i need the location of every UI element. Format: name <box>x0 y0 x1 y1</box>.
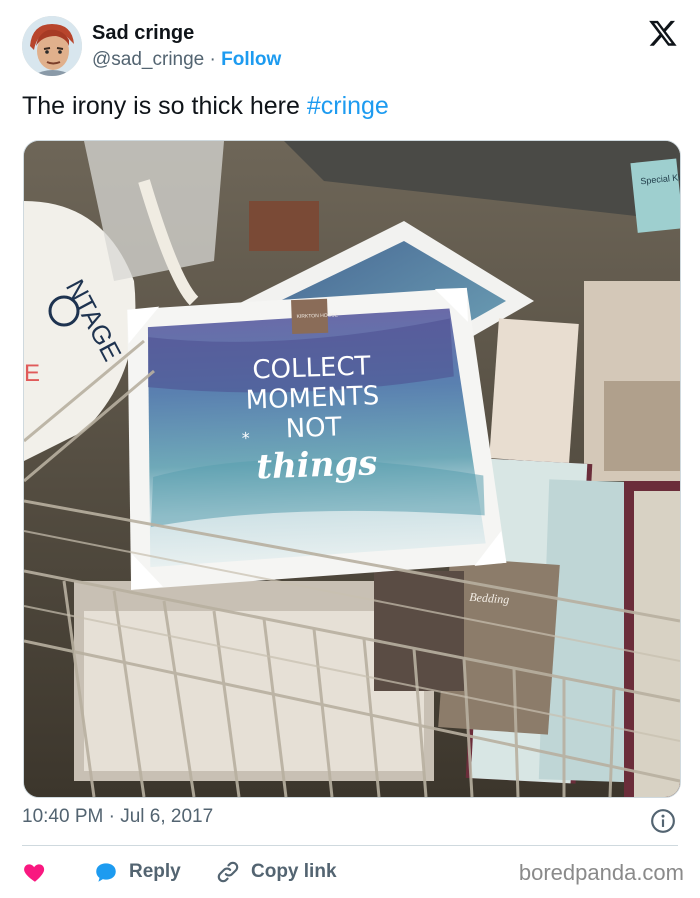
like-button[interactable] <box>22 857 58 887</box>
package-label: Bedding <box>469 590 510 607</box>
tweet-text: The irony is so thick here #cringe <box>22 92 389 121</box>
author-handle[interactable]: @sad_cringe <box>92 49 204 70</box>
reply-button[interactable]: Reply <box>93 857 181 887</box>
frame-line-1: COLLECT <box>252 351 371 385</box>
divider <box>22 845 678 846</box>
frame-line-3: NOT <box>285 412 342 444</box>
copy-link-button[interactable]: Copy link <box>215 857 337 887</box>
info-icon[interactable] <box>650 808 676 834</box>
tweet-photo[interactable]: Special King Sheet NTAGE E Bedding <box>23 140 681 798</box>
timestamp[interactable]: 10:40 PM · Jul 6, 2017 <box>22 806 213 828</box>
reply-bubble-icon <box>96 863 116 882</box>
hashtag-link[interactable]: #cringe <box>307 92 389 120</box>
link-icon <box>217 861 239 883</box>
author-handle-line: @sad_cringe · Follow <box>92 49 281 71</box>
x-logo-icon[interactable] <box>648 18 678 48</box>
copy-link-label: Copy link <box>251 861 337 882</box>
watermark: boredpanda.com <box>518 860 684 885</box>
avatar[interactable] <box>22 16 82 76</box>
svg-text:*: * <box>242 429 251 448</box>
separator-dot: · <box>209 49 216 70</box>
reply-label: Reply <box>129 861 181 882</box>
frame-line-2: MOMENTS <box>245 381 380 416</box>
frame-line-4: things <box>256 443 378 487</box>
tweet-header: Sad cringe @sad_cringe · Follow <box>0 0 700 90</box>
heart-icon <box>24 864 45 882</box>
svg-text:E: E <box>24 360 40 387</box>
follow-button[interactable]: Follow <box>221 49 281 70</box>
tweet-body: The irony is so thick here <box>22 92 307 120</box>
author-name[interactable]: Sad cringe <box>92 22 194 45</box>
